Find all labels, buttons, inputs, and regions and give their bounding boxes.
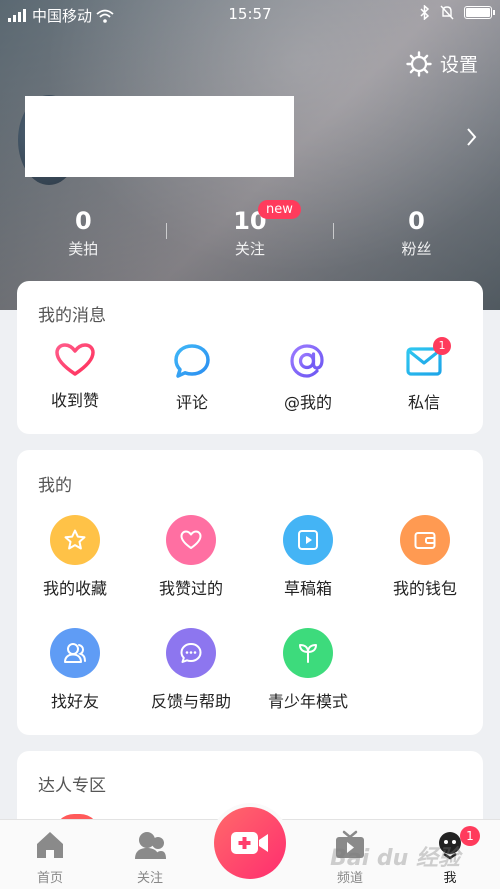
settings-label: 设置	[439, 54, 478, 76]
tab-label: 首页	[36, 871, 63, 886]
comment-icon	[174, 344, 210, 378]
drafts-item[interactable]: 草稿箱	[250, 515, 366, 599]
msg-label: 私信	[407, 393, 440, 412]
chat-icon	[180, 643, 202, 663]
video-camera-icon	[231, 832, 268, 854]
mine-title: 我的	[38, 476, 72, 496]
play-icon	[298, 530, 318, 550]
feedback-help-item[interactable]: 反馈与帮助	[133, 628, 249, 712]
grid-label: 草稿箱	[283, 579, 332, 598]
wallet-item[interactable]: 我的钱包	[367, 515, 483, 599]
favorites-icon-circle	[50, 515, 100, 565]
tab-follow[interactable]: 关注	[110, 830, 190, 886]
sprout-icon	[299, 644, 317, 663]
stat-label: 美拍	[68, 240, 99, 258]
msg-label: 评论	[175, 393, 208, 412]
tab-me-badge: 1	[460, 826, 480, 846]
home-icon	[37, 832, 63, 858]
wallet-icon-circle	[400, 515, 450, 565]
stat-label: 粉丝	[401, 240, 432, 258]
stat-following[interactable]: 10 关注	[167, 206, 334, 259]
youth-mode-icon-circle	[283, 628, 333, 678]
drafts-icon-circle	[283, 515, 333, 565]
messages-title: 我的消息	[38, 306, 106, 326]
msg-label: 收到赞	[50, 391, 99, 410]
stat-value: 0	[74, 207, 92, 235]
status-bar: 中国移动 15:57	[0, 0, 500, 28]
mine-card: 我的 我的收藏 我赞过的 草稿箱 我的钱包 找好友 反馈与帮助 青少年模式	[17, 450, 483, 735]
record-video-button[interactable]	[214, 807, 286, 879]
grid-label: 我的收藏	[42, 579, 107, 598]
stat-divider	[166, 223, 167, 239]
bluetooth-icon	[420, 5, 430, 20]
stat-value: 10	[233, 207, 267, 235]
favorites-item[interactable]: 我的收藏	[17, 515, 133, 599]
messages-card: 我的消息 收到赞 评论 @我的 私信 1	[17, 281, 483, 434]
friends-icon	[64, 643, 86, 663]
find-friends-icon-circle	[50, 628, 100, 678]
gear-icon	[406, 50, 432, 77]
stat-posts[interactable]: 0 美拍	[0, 206, 167, 259]
msg-label: @我的	[283, 393, 332, 412]
experts-title: 达人专区	[38, 776, 106, 796]
heart-icon	[55, 343, 95, 376]
grid-label: 我赞过的	[158, 579, 223, 598]
liked-icon-circle	[166, 515, 216, 565]
settings-button[interactable]: 设置	[406, 50, 478, 77]
username-redacted	[25, 96, 294, 177]
star-icon	[64, 529, 86, 550]
youth-mode-item[interactable]: 青少年模式	[250, 628, 366, 712]
grid-label: 我的钱包	[392, 579, 457, 598]
follow-icon	[135, 832, 166, 859]
unread-badge: 1	[433, 337, 451, 355]
stat-fans[interactable]: 0 粉丝	[333, 206, 500, 259]
heart-icon	[180, 530, 202, 549]
private-messages-item[interactable]: 私信 1	[369, 337, 479, 413]
tab-label: 关注	[136, 871, 163, 886]
stat-value: 0	[408, 207, 425, 235]
watermark: Bai du 经验	[330, 846, 460, 871]
stat-label: 关注	[234, 240, 265, 258]
liked-item[interactable]: 我赞过的	[133, 515, 249, 599]
comments-item[interactable]: 评论	[137, 343, 247, 413]
mute-bell-icon	[440, 5, 454, 20]
received-likes-item[interactable]: 收到赞	[20, 343, 130, 411]
feedback-icon-circle	[166, 628, 216, 678]
mentions-item[interactable]: @我的	[253, 343, 363, 413]
wallet-icon	[414, 532, 436, 549]
new-badge: new	[258, 200, 301, 219]
grid-label: 青少年模式	[267, 692, 348, 711]
find-friends-item[interactable]: 找好友	[17, 628, 133, 712]
profile-stats: 0 美拍 10 关注 0 粉丝	[0, 206, 500, 259]
stat-divider	[333, 223, 334, 239]
at-icon	[290, 344, 324, 378]
tab-home[interactable]: 首页	[10, 830, 90, 886]
grid-label: 反馈与帮助	[150, 692, 231, 711]
chevron-right-icon[interactable]	[466, 126, 478, 148]
status-right	[420, 5, 495, 20]
grid-label: 找好友	[50, 692, 99, 711]
battery-icon	[464, 6, 495, 19]
